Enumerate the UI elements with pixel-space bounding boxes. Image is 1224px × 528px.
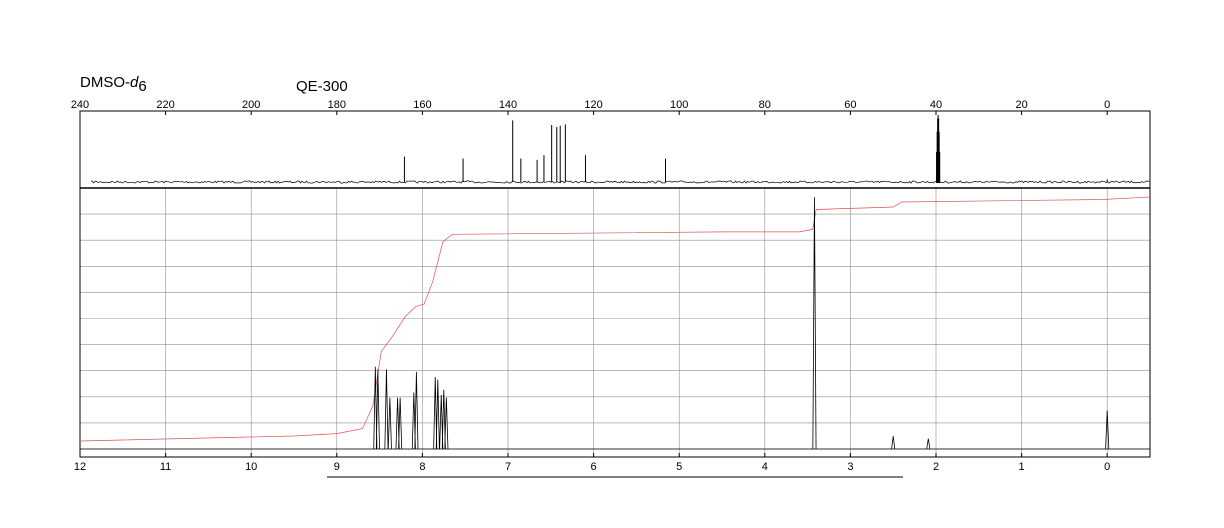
h1-tick-label: 0 (1104, 461, 1110, 473)
h1-peak (387, 397, 392, 450)
h1-spectrum-panel: 12 11 10 9 8 7 6 5 4 3 2 1 0 (74, 187, 1151, 473)
c13-tick-label: 100 (670, 99, 688, 111)
c13-baseline (91, 179, 1150, 184)
h1-tick-label: 5 (676, 461, 682, 473)
h1-frame (79, 187, 1151, 458)
c13-tick-label: 200 (242, 99, 260, 111)
c13-tick-label: 20 (1015, 99, 1027, 111)
nmr-spectrum-figure: 240 220 200 180 160 140 120 100 80 60 40 20 0 12 11 10… (71, 99, 1151, 478)
c13-tick-label: 40 (930, 99, 942, 111)
c13-spectrum-panel: 240 220 200 180 160 140 120 100 80 60 40 20 0 (71, 99, 1151, 189)
c13-frame (79, 110, 1151, 189)
h1-peak (812, 197, 817, 450)
c13-tick-label: 0 (1104, 99, 1110, 111)
h1-peak (398, 397, 403, 450)
h1-peak (435, 379, 440, 450)
h1-tick-label: 1 (1019, 461, 1025, 473)
h1-tick-label: 2 (933, 461, 939, 473)
h1-peak (414, 371, 419, 450)
h1-peak (384, 369, 389, 450)
h1-peak (926, 438, 931, 450)
h1-tick-label: 11 (160, 461, 171, 473)
c13-tick-label: 140 (499, 99, 517, 111)
h1-tick-label: 10 (245, 461, 257, 473)
c13-tick-label: 60 (844, 99, 856, 111)
h1-integral-curve (79, 196, 1151, 442)
h1-peak (891, 436, 896, 450)
c13-tick-label: 120 (584, 99, 602, 111)
h1-tick-label: 8 (419, 461, 425, 473)
c13-tick-label: 80 (759, 99, 771, 111)
c13-tick-label: 180 (328, 99, 346, 111)
h1-tick-label: 3 (847, 461, 853, 473)
h1-tick-label: 9 (334, 461, 340, 473)
c13-tick-label: 240 (71, 99, 89, 111)
h1-tick-label: 4 (762, 461, 768, 473)
h1-peak (444, 397, 449, 450)
h1-tick-label: 7 (505, 461, 511, 473)
h1-tick-label: 12 (74, 461, 86, 473)
h1-tick-label: 6 (591, 461, 597, 473)
c13-tick-label: 160 (413, 99, 431, 111)
c13-tick-label: 220 (156, 99, 174, 111)
